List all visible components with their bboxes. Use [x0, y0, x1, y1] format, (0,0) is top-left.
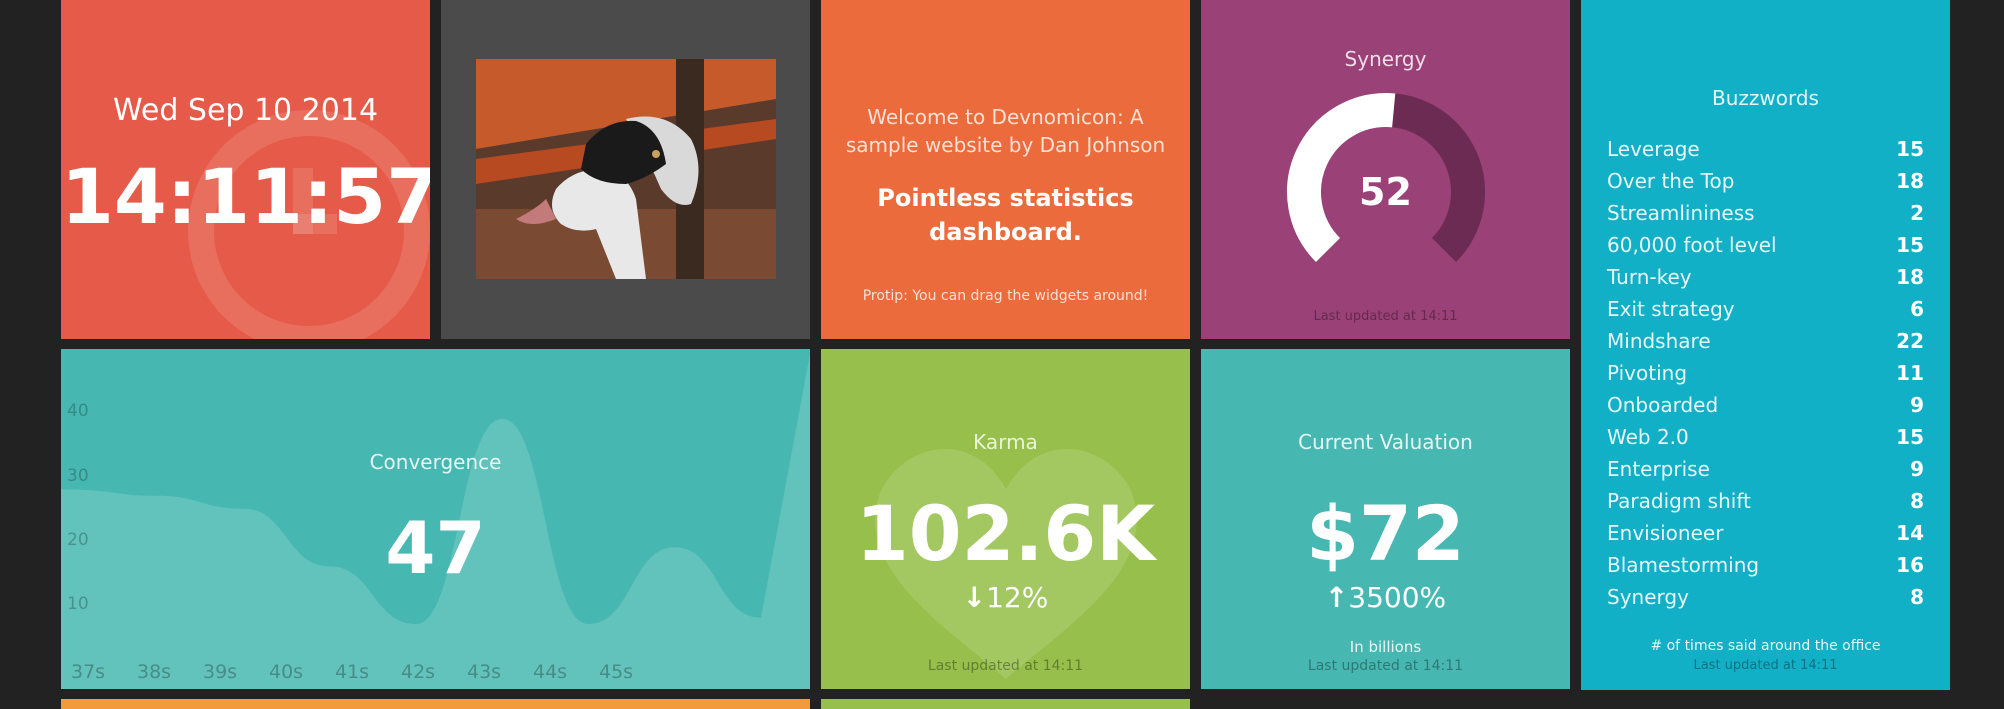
x-tick-label: 42s	[401, 661, 436, 683]
buzzword-count: 8	[1910, 585, 1924, 609]
buzzword-label: Turn-key	[1607, 265, 1692, 289]
buzzwords-widget[interactable]: Buzzwords Leverage 15 Over the Top 18 Stre…	[1581, 0, 1950, 690]
buzzword-label: Exit strategy	[1607, 297, 1735, 321]
valuation-value: $72	[1306, 489, 1465, 578]
buzzword-count: 9	[1910, 393, 1924, 417]
buzzword-count: 18	[1896, 169, 1924, 193]
buzzword-label: 60,000 foot level	[1607, 233, 1777, 257]
buzzword-count: 15	[1896, 137, 1924, 161]
synergy-title: Synergy	[1344, 47, 1427, 71]
list-item: Web 2.0 15	[1607, 421, 1924, 453]
list-item: Synergy 8	[1607, 581, 1924, 613]
arrow-down-icon: ↓	[962, 581, 987, 614]
buzzword-count: 18	[1896, 265, 1924, 289]
widget-partial-orange[interactable]	[61, 699, 810, 709]
arrow-up-icon: ↑	[1324, 581, 1349, 614]
buzzword-count: 9	[1910, 457, 1924, 481]
clock-time: 14:11:57	[61, 152, 430, 241]
y-tick-label: 40	[67, 401, 89, 422]
valuation-more-info: In billions	[1349, 638, 1422, 656]
buzzwords-list: Leverage 15 Over the Top 18 Streamlininess…	[1607, 133, 1924, 613]
valuation-change-value: 3500%	[1348, 581, 1447, 614]
x-tick-label: 45s	[599, 661, 634, 683]
buzzword-label: Synergy	[1607, 585, 1689, 609]
image-widget[interactable]	[441, 0, 810, 339]
buzzword-count: 22	[1896, 329, 1924, 353]
buzzword-label: Web 2.0	[1607, 425, 1689, 449]
widget-partial-green[interactable]	[821, 699, 1190, 709]
x-tick-label: 41s	[335, 661, 370, 683]
list-item: Onboarded 9	[1607, 389, 1924, 421]
buzzword-count: 8	[1910, 489, 1924, 513]
buzzword-label: Over the Top	[1607, 169, 1735, 193]
x-tick-label: 37s	[71, 661, 106, 683]
list-item: Over the Top 18	[1607, 165, 1924, 197]
list-item: Turn-key 18	[1607, 261, 1924, 293]
convergence-title: Convergence	[369, 450, 502, 474]
list-item: 60,000 foot level 15	[1607, 229, 1924, 261]
buzzword-label: Pivoting	[1607, 361, 1688, 385]
karma-value: 102.6K	[855, 489, 1156, 578]
buzzword-count: 11	[1896, 361, 1924, 385]
buzzword-label: Leverage	[1607, 137, 1700, 161]
buzzwords-footer: # of times said around the office	[1650, 638, 1881, 654]
x-tick-label: 44s	[533, 661, 568, 683]
buzzwords-updated: Last updated at 14:11	[1693, 658, 1838, 673]
karma-title: Karma	[973, 430, 1038, 454]
goat-photo	[476, 59, 776, 279]
synergy-widget[interactable]: Synergy 52 Last updated at 14:11	[1201, 0, 1570, 339]
karma-updated: Last updated at 14:11	[927, 658, 1084, 674]
valuation-widget[interactable]: Current Valuation $72 ↑3500% In billions…	[1201, 349, 1570, 689]
x-tick-label: 39s	[203, 661, 238, 683]
list-item: Pivoting 11	[1607, 357, 1924, 389]
buzzword-label: Envisioneer	[1607, 521, 1724, 545]
buzzword-label: Enterprise	[1607, 457, 1710, 481]
convergence-widget[interactable]: 10 20 30 40 37s 38s 39s 40s 41s 42s 43s 44s 45s Con…	[61, 349, 810, 689]
buzzword-label: Mindshare	[1607, 329, 1711, 353]
buzzword-count: 14	[1896, 521, 1924, 545]
buzzwords-title: Buzzwords	[1712, 86, 1819, 110]
list-item: Exit strategy 6	[1607, 293, 1924, 325]
list-item: Blamestorming 16	[1607, 549, 1924, 581]
list-item: Envisioneer 14	[1607, 517, 1924, 549]
buzzword-count: 15	[1896, 425, 1924, 449]
valuation-change: ↑3500%	[1201, 581, 1570, 614]
list-item: Enterprise 9	[1607, 453, 1924, 485]
buzzword-label: Onboarded	[1607, 393, 1719, 417]
buzzword-label: Blamestorming	[1607, 553, 1760, 577]
synergy-updated: Last updated at 14:11	[1313, 309, 1458, 324]
karma-widget[interactable]: Karma 102.6K ↓12% Last updated at 14:11	[821, 349, 1190, 689]
buzzword-label: Streamlininess	[1607, 201, 1755, 225]
welcome-text: Welcome to Devnomicon: A sample website …	[845, 105, 1166, 157]
buzzword-count: 2	[1910, 201, 1924, 225]
list-item: Paradigm shift 8	[1607, 485, 1924, 517]
karma-change-value: 12%	[986, 581, 1049, 614]
list-item: Streamlininess 2	[1607, 197, 1924, 229]
buzzword-label: Paradigm shift	[1607, 489, 1751, 513]
buzzword-count: 6	[1910, 297, 1924, 321]
welcome-widget[interactable]: Welcome to Devnomicon: A sample website …	[821, 0, 1190, 339]
list-item: Mindshare 22	[1607, 325, 1924, 357]
convergence-value: 47	[385, 506, 486, 590]
welcome-heading: Pointless statistics dashboard.	[877, 184, 1134, 246]
karma-change: ↓12%	[821, 581, 1190, 614]
valuation-title: Current Valuation	[1298, 430, 1473, 454]
x-tick-label: 43s	[467, 661, 502, 683]
clock-date: Wed Sep 10 2014	[112, 93, 379, 128]
list-item: Leverage 15	[1607, 133, 1924, 165]
x-tick-label: 38s	[137, 661, 172, 683]
buzzword-count: 16	[1896, 553, 1924, 577]
buzzword-count: 15	[1896, 233, 1924, 257]
synergy-value: 52	[1359, 170, 1412, 214]
x-tick-label: 40s	[269, 661, 304, 683]
clock-widget[interactable]: Wed Sep 10 2014 14:11:57	[61, 0, 430, 339]
y-tick-label: 10	[67, 593, 89, 614]
valuation-updated: Last updated at 14:11	[1307, 658, 1464, 674]
welcome-tip: Protip: You can drag the widgets around!	[862, 288, 1149, 304]
